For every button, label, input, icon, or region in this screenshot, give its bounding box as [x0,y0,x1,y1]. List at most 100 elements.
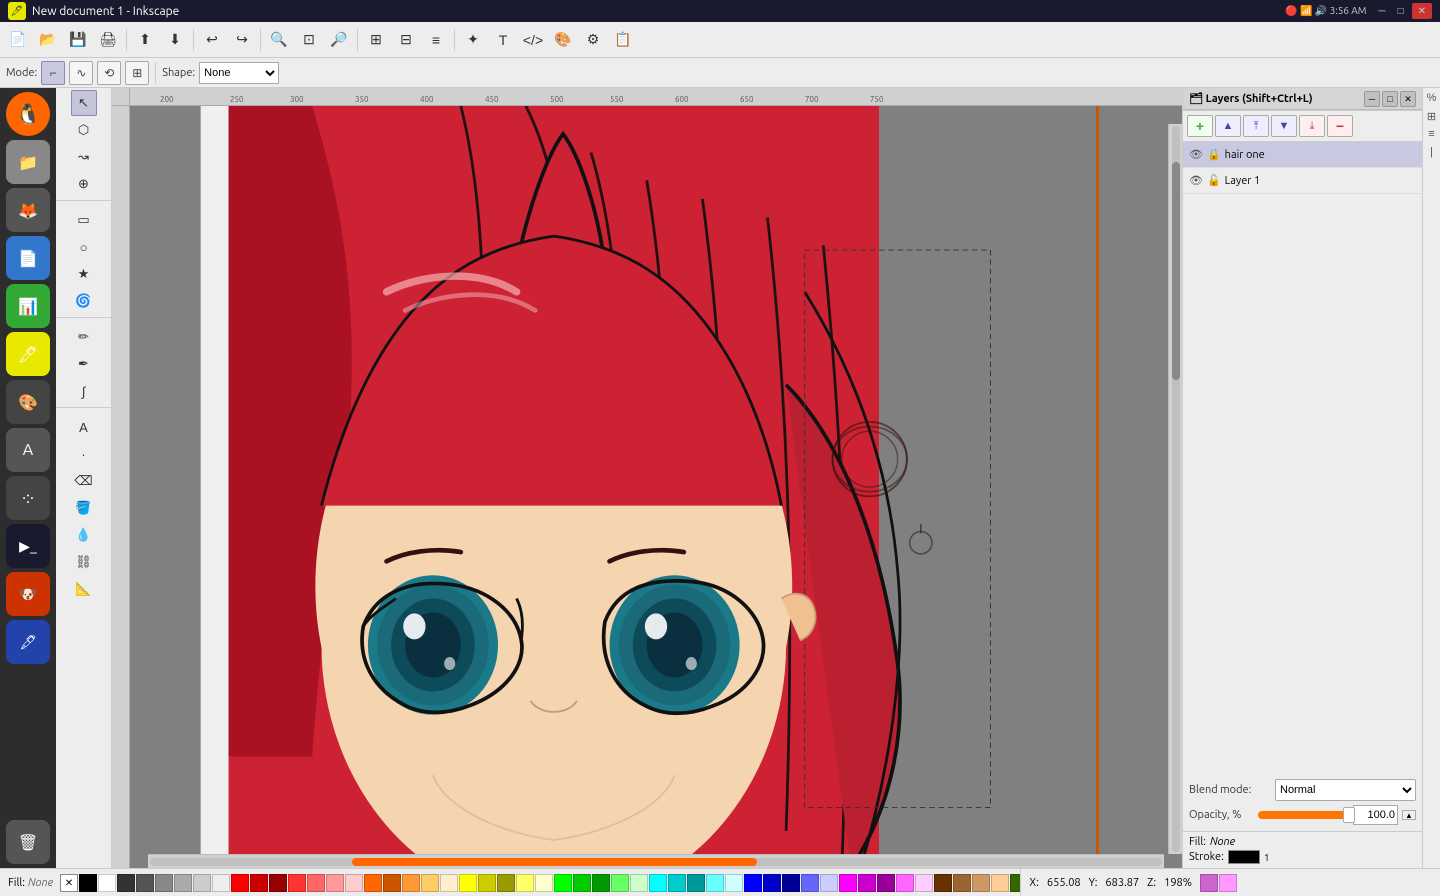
palette-color-48[interactable] [991,874,1009,892]
palette-color-1[interactable] [98,874,116,892]
palette-color-47[interactable] [972,874,990,892]
app-icon-browser[interactable]: 🦊 [6,188,50,232]
palette-color-3[interactable] [136,874,154,892]
app-icon-paint[interactable]: 🎨 [6,380,50,424]
pen-tool-btn[interactable]: ✒ [71,351,97,377]
palette-color-4[interactable] [155,874,173,892]
shape-select[interactable]: None [199,62,279,84]
palette-color-28[interactable] [611,874,629,892]
pencil-tool-btn[interactable]: ✏ [71,324,97,350]
export-btn[interactable]: ⬇ [161,26,189,54]
palette-color-43[interactable] [896,874,914,892]
remove-layer-btn[interactable]: − [1327,115,1353,137]
hscroll-thumb[interactable] [352,858,757,866]
canvas-viewport[interactable] [130,106,1182,868]
star-tool-btn[interactable]: ★ [71,261,97,287]
palette-color-17[interactable] [402,874,420,892]
palette-color-24[interactable] [535,874,553,892]
lower-layer-bottom-btn[interactable]: ⤓ [1299,115,1325,137]
mode-btn-1[interactable]: ⌐ [41,61,65,85]
palette-color-39[interactable] [820,874,838,892]
app-icon-files[interactable]: 📁 [6,140,50,184]
palette-color-6[interactable] [193,874,211,892]
palette-color-18[interactable] [421,874,439,892]
palette-color-32[interactable] [687,874,705,892]
layer-item-hair-one[interactable]: 👁 🔒 hair one [1183,142,1422,168]
palette-color-15[interactable] [364,874,382,892]
eraser-tool-btn[interactable]: ⌫ [71,468,97,494]
palette-color-44[interactable] [915,874,933,892]
callig-tool-btn[interactable]: ∫ [71,378,97,404]
fill-tool-btn[interactable]: 🪣 [71,495,97,521]
app-icon-docs[interactable]: 📄 [6,236,50,280]
palette-color-31[interactable] [668,874,686,892]
palette-none[interactable]: ✕ [60,874,78,892]
app-icon-trash[interactable]: 🗑 [6,820,50,864]
doc-props-btn[interactable]: 📋 [609,26,637,54]
spray-tool-btn[interactable]: · [71,441,97,467]
preferences-btn[interactable]: ⚙ [579,26,607,54]
opacity-up-btn[interactable]: ▲ [1402,810,1416,820]
layer-lock-hair[interactable]: 🔒 [1207,148,1221,161]
palette-color-40[interactable] [839,874,857,892]
hscroll-track[interactable] [150,858,1162,866]
palette-color-16[interactable] [383,874,401,892]
palette-color-29[interactable] [630,874,648,892]
select-tool-btn[interactable]: ↖ [71,90,97,116]
print-btn[interactable]: 🖨 [94,26,122,54]
opacity-slider-thumb[interactable] [1343,807,1355,823]
tweak-tool-btn[interactable]: ↝ [71,144,97,170]
palette-color-25[interactable] [554,874,572,892]
node-edit-btn[interactable]: ✦ [459,26,487,54]
snap-btn-2[interactable]: ⊞ [1424,108,1440,124]
app-icon-inkscape[interactable]: 🖊 [6,332,50,376]
vscroll-track[interactable] [1172,126,1180,852]
panel-close-btn[interactable]: ✕ [1400,91,1416,107]
node-tool-btn[interactable]: ⬡ [71,117,97,143]
fill-dialog-btn[interactable]: 🎨 [549,26,577,54]
palette-color-42[interactable] [877,874,895,892]
app-icon-spray[interactable]: ·:· [6,476,50,520]
palette-color-2[interactable] [117,874,135,892]
vscroll-thumb[interactable] [1172,162,1180,380]
palette-color-30[interactable] [649,874,667,892]
palette-color-26[interactable] [573,874,591,892]
lower-layer-btn[interactable]: ▼ [1271,115,1297,137]
palette-color-11[interactable] [288,874,306,892]
palette-color-20[interactable] [459,874,477,892]
palette-color-27[interactable] [592,874,610,892]
mode-btn-2[interactable]: ∿ [69,61,93,85]
palette-color-23[interactable] [516,874,534,892]
raise-layer-top-btn[interactable]: ⤒ [1243,115,1269,137]
palette-color-8[interactable] [231,874,249,892]
layer-eye-hair[interactable]: 👁 [1189,148,1203,161]
palette-color-14[interactable] [345,874,363,892]
snap-btn-3[interactable]: ≡ [1424,126,1440,142]
palette-color-13[interactable] [326,874,344,892]
open-btn[interactable]: 📂 [34,26,62,54]
app-icon-text[interactable]: A [6,428,50,472]
spiral-tool-btn[interactable]: 🌀 [71,288,97,314]
import-btn[interactable]: ⬆ [131,26,159,54]
connector-tool-btn[interactable]: ⛓ [71,549,97,575]
blend-mode-select[interactable]: Normal [1275,779,1416,801]
palette-color-19[interactable] [440,874,458,892]
opacity-slider[interactable] [1258,811,1349,819]
new-btn[interactable]: 📄 [4,26,32,54]
zoom-in-btn[interactable]: 🔍 [265,26,293,54]
app-icon-gimp[interactable]: 🐶 [6,572,50,616]
transform-btn[interactable]: T [489,26,517,54]
maximize-btn[interactable]: □ [1394,5,1408,17]
layer-eye-1[interactable]: 👁 [1189,174,1203,187]
palette-color-33[interactable] [706,874,724,892]
measure-tool-btn[interactable]: 📐 [71,576,97,602]
snap-btn-1[interactable]: % [1424,90,1440,106]
app-icon-inkscape2[interactable]: 🖋 [6,620,50,664]
palette-color-36[interactable] [763,874,781,892]
palette-color-7[interactable] [212,874,230,892]
panel-maximize-btn[interactable]: □ [1382,91,1398,107]
minimize-btn[interactable]: ─ [1374,5,1389,17]
undo-btn[interactable]: ↩ [198,26,226,54]
add-layer-btn[interactable]: + [1187,115,1213,137]
align-btn[interactable]: ≡ [422,26,450,54]
